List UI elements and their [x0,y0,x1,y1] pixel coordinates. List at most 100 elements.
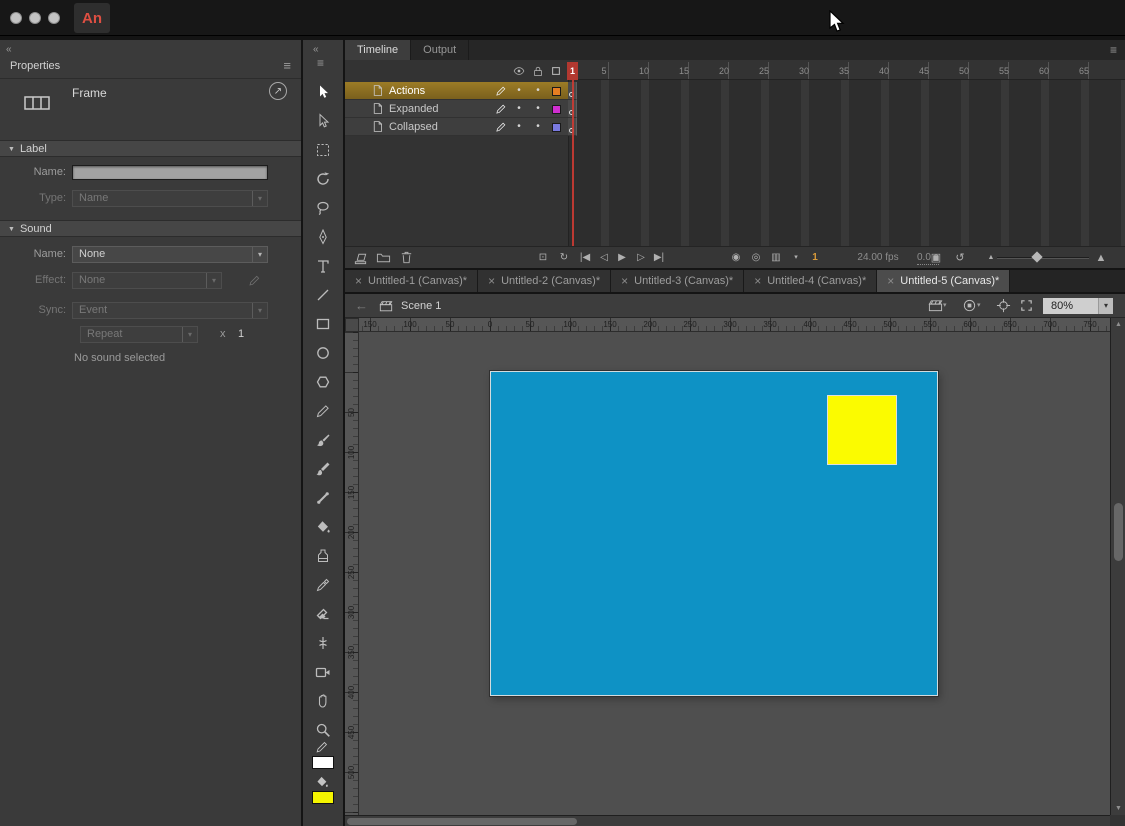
new-layer-button[interactable] [353,250,368,265]
rectangle-tool-icon[interactable] [315,316,331,332]
sound-section-header[interactable]: ▼Sound [0,220,301,237]
tab-untitled-4[interactable]: × Untitled-4 (Canvas)* [744,270,877,292]
playhead-line[interactable] [572,80,574,246]
ink-bottle-tool-icon[interactable] [315,548,331,564]
free-transform-tool-icon[interactable] [315,142,331,158]
frame-view-button[interactable]: ▣ [928,247,944,269]
selection-tool-icon[interactable] [315,84,331,100]
panel-menu-icon[interactable]: ≡ [317,56,324,70]
traffic-light-zoom-button[interactable] [48,12,60,24]
center-stage-button[interactable] [996,298,1011,314]
tab-untitled-5[interactable]: × Untitled-5 (Canvas)* [877,270,1010,292]
zoom-select[interactable]: 80% ▾ [1043,298,1113,314]
play-button[interactable]: ▶ [614,247,630,269]
layer-row-collapsed[interactable]: Collapsed • • [345,118,1125,136]
label-name-input[interactable] [72,165,268,180]
onion-skin-outlines-button[interactable]: ◎ [748,247,764,269]
close-icon[interactable]: × [754,274,761,288]
tab-properties[interactable]: Properties [10,60,60,72]
tab-untitled-3[interactable]: × Untitled-3 (Canvas)* [611,270,744,292]
current-frame-value[interactable]: 1 [807,247,823,269]
edit-multiple-frames-button[interactable]: ▥ [768,247,784,269]
stage-canvas[interactable] [490,371,938,696]
center-frame-button[interactable]: ⊡ [535,247,551,269]
timeline-zoom-thumb[interactable] [1031,251,1042,262]
tab-untitled-2[interactable]: × Untitled-2 (Canvas)* [478,270,611,292]
panel-menu-icon[interactable]: ≡ [283,58,291,73]
visibility-dot[interactable]: • [515,82,523,100]
h-scroll-thumb[interactable] [347,818,577,825]
brush-tool-icon[interactable] [315,432,331,448]
sound-repeat-select[interactable]: Repeat ▾ [80,326,198,343]
reset-timeline-zoom-button[interactable]: ↺ [952,247,968,269]
collapse-panel-icon[interactable]: « [313,44,319,55]
tab-untitled-1[interactable]: × Untitled-1 (Canvas)* [345,270,478,292]
paint-bucket-tool-icon[interactable] [315,519,331,535]
subselection-tool-icon[interactable] [315,113,331,129]
camera-tool-icon[interactable] [315,664,331,680]
clip-content-button[interactable] [1019,298,1034,314]
scroll-up-icon[interactable]: ▲ [1111,321,1125,328]
repeat-count-value[interactable]: 1 [238,328,244,340]
loop-button[interactable]: ↻ [556,247,572,269]
visibility-dot[interactable]: • [515,118,523,136]
layer-color-swatch[interactable] [552,123,561,132]
outline-column-icon[interactable] [550,65,562,77]
lock-dot[interactable]: • [534,118,542,136]
rotation-tool-icon[interactable] [315,171,331,187]
hand-tool-icon[interactable] [315,693,331,709]
traffic-light-close-button[interactable] [10,12,22,24]
text-tool-icon[interactable] [315,258,331,274]
playhead-marker[interactable]: 1 [567,62,578,80]
lock-dot[interactable]: • [534,100,542,118]
close-icon[interactable]: × [488,274,495,288]
lasso-tool-icon[interactable] [315,200,331,216]
step-back-button[interactable]: ◁ [596,247,612,269]
lock-dot[interactable]: • [534,82,542,100]
eye-column-icon[interactable] [513,65,525,77]
edit-effect-pencil-icon[interactable] [248,274,261,287]
close-icon[interactable]: × [621,274,628,288]
scroll-down-icon[interactable]: ▼ [1111,805,1125,812]
stage-pasteboard[interactable] [359,332,1110,815]
sound-sync-select[interactable]: Event ▾ [72,302,268,319]
layer-row-expanded[interactable]: Expanded • • [345,100,1125,118]
close-icon[interactable]: × [887,274,894,288]
label-section-header[interactable]: ▼Label [0,140,301,157]
frame-options-button[interactable]: ↗ [269,82,287,100]
v-scroll-thumb[interactable] [1114,503,1123,561]
back-button[interactable]: ← [355,294,368,318]
eraser-tool-icon[interactable] [315,606,331,622]
sound-effect-select[interactable]: None ▾ [72,272,222,289]
oval-tool-icon[interactable] [315,345,331,361]
go-first-frame-button[interactable]: |◀ [577,247,593,269]
line-tool-icon[interactable] [315,287,331,303]
layer-row-actions[interactable]: Actions • • [345,82,1125,100]
timeline-zoom-slider[interactable] [997,257,1089,259]
collapse-panel-icon[interactable]: « [6,44,12,55]
close-icon[interactable]: × [355,274,362,288]
frame-rate-value[interactable]: 24.00 fps [843,247,913,269]
width-tool-icon[interactable] [315,635,331,651]
visibility-dot[interactable]: • [515,100,523,118]
zoom-tool-icon[interactable] [315,722,331,738]
stroke-color-swatch[interactable] [312,756,334,769]
label-type-select[interactable]: Name ▾ [72,190,268,207]
timeline-zoom-in-icon[interactable]: ▲ [1093,247,1109,269]
lock-column-icon[interactable] [532,65,544,77]
new-folder-button[interactable] [376,250,391,265]
sound-name-select[interactable]: None ▾ [72,246,268,263]
edit-scene-button[interactable]: ▾ [928,298,947,314]
fill-color-swatch[interactable] [312,791,334,804]
modify-markers-button[interactable]: ▾ [788,247,804,269]
bone-tool-icon[interactable] [315,490,331,506]
layer-color-swatch[interactable] [552,105,561,114]
delete-layer-button[interactable] [399,250,414,265]
horizontal-scrollbar[interactable] [345,815,1110,826]
traffic-light-minimize-button[interactable] [29,12,41,24]
tab-timeline[interactable]: Timeline [345,40,411,60]
edit-symbols-button[interactable]: ▾ [962,298,981,314]
panel-menu-icon[interactable]: ≡ [1110,43,1117,57]
step-forward-button[interactable]: ▷ [633,247,649,269]
vertical-scrollbar[interactable]: ▲ ▼ [1110,318,1125,815]
